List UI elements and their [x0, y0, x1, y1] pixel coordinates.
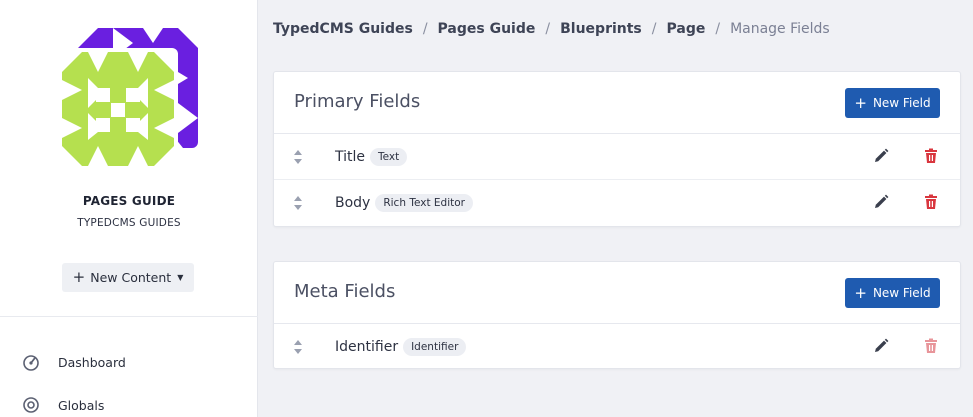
- trash-icon[interactable]: [922, 147, 940, 165]
- nav-item-globals[interactable]: Globals: [22, 396, 104, 414]
- sidebar-divider: [0, 316, 258, 317]
- field-type-badge: Identifier: [403, 338, 467, 356]
- pencil-icon[interactable]: [872, 193, 890, 211]
- field-row-body: Body Rich Text Editor: [274, 180, 960, 226]
- site-name: PAGES GUIDE: [82, 194, 176, 208]
- breadcrumb-separator: /: [651, 21, 657, 37]
- globe-icon: [22, 396, 40, 414]
- plus-icon: +: [854, 93, 867, 112]
- pencil-icon[interactable]: [872, 337, 890, 355]
- new-field-label: New Field: [872, 286, 931, 300]
- breadcrumb-separator: /: [715, 21, 721, 37]
- card-header: Primary Fields + New Field: [274, 72, 960, 134]
- site-subtitle: TYPEDCMS GUIDES: [77, 217, 181, 229]
- card-title: Meta Fields: [294, 281, 396, 302]
- field-name-text: Identifier: [335, 339, 399, 355]
- breadcrumb-current: Manage Fields: [730, 21, 830, 37]
- card-header: Meta Fields + New Field: [274, 262, 960, 324]
- nav-item-dashboard[interactable]: Dashboard: [22, 353, 126, 371]
- field-type-badge: Rich Text Editor: [375, 194, 473, 212]
- field-type-badge: Text: [370, 148, 408, 166]
- card-title: Primary Fields: [294, 91, 421, 112]
- nav-item-label: Dashboard: [58, 354, 126, 370]
- drag-handle-icon[interactable]: [293, 339, 303, 355]
- new-content-label: New Content: [90, 270, 172, 285]
- field-name: Body Rich Text Editor: [335, 194, 473, 212]
- meta-fields-card: Meta Fields + New Field Identifier Ident…: [273, 261, 961, 369]
- primary-fields-card: Primary Fields + New Field Title Text Bo…: [273, 71, 961, 227]
- new-field-button[interactable]: + New Field: [845, 278, 940, 308]
- drag-handle-icon[interactable]: [293, 195, 303, 211]
- plus-icon: +: [854, 283, 867, 302]
- drag-handle-icon[interactable]: [293, 149, 303, 165]
- breadcrumb-item[interactable]: Pages Guide: [438, 21, 536, 37]
- new-content-dropdown[interactable]: + New Content ▼: [62, 263, 194, 292]
- trash-icon[interactable]: [922, 193, 940, 211]
- sidebar: PAGES GUIDE TYPEDCMS GUIDES + New Conten…: [0, 0, 258, 417]
- pencil-icon[interactable]: [872, 147, 890, 165]
- breadcrumb-item[interactable]: Page: [666, 21, 705, 37]
- nav-item-label: Globals: [58, 397, 105, 413]
- trash-icon: [922, 337, 940, 355]
- new-field-label: New Field: [872, 96, 931, 110]
- field-row-identifier: Identifier Identifier: [274, 324, 960, 370]
- breadcrumb-separator: /: [422, 21, 428, 37]
- site-logo: [58, 28, 198, 170]
- field-name: Identifier Identifier: [335, 338, 467, 356]
- field-row-title: Title Text: [274, 134, 960, 180]
- breadcrumb-separator: /: [545, 21, 551, 37]
- field-name: Title Text: [335, 148, 408, 166]
- caret-down-icon: ▼: [177, 273, 184, 282]
- plus-icon: +: [72, 268, 86, 286]
- field-name-text: Body: [335, 195, 371, 211]
- field-name-text: Title: [335, 149, 366, 165]
- breadcrumb: TypedCMS Guides / Pages Guide / Blueprin…: [273, 21, 830, 37]
- breadcrumb-item[interactable]: Blueprints: [560, 21, 642, 37]
- breadcrumb-item[interactable]: TypedCMS Guides: [273, 21, 413, 37]
- gauge-icon: [22, 353, 40, 371]
- new-field-button[interactable]: + New Field: [845, 88, 940, 118]
